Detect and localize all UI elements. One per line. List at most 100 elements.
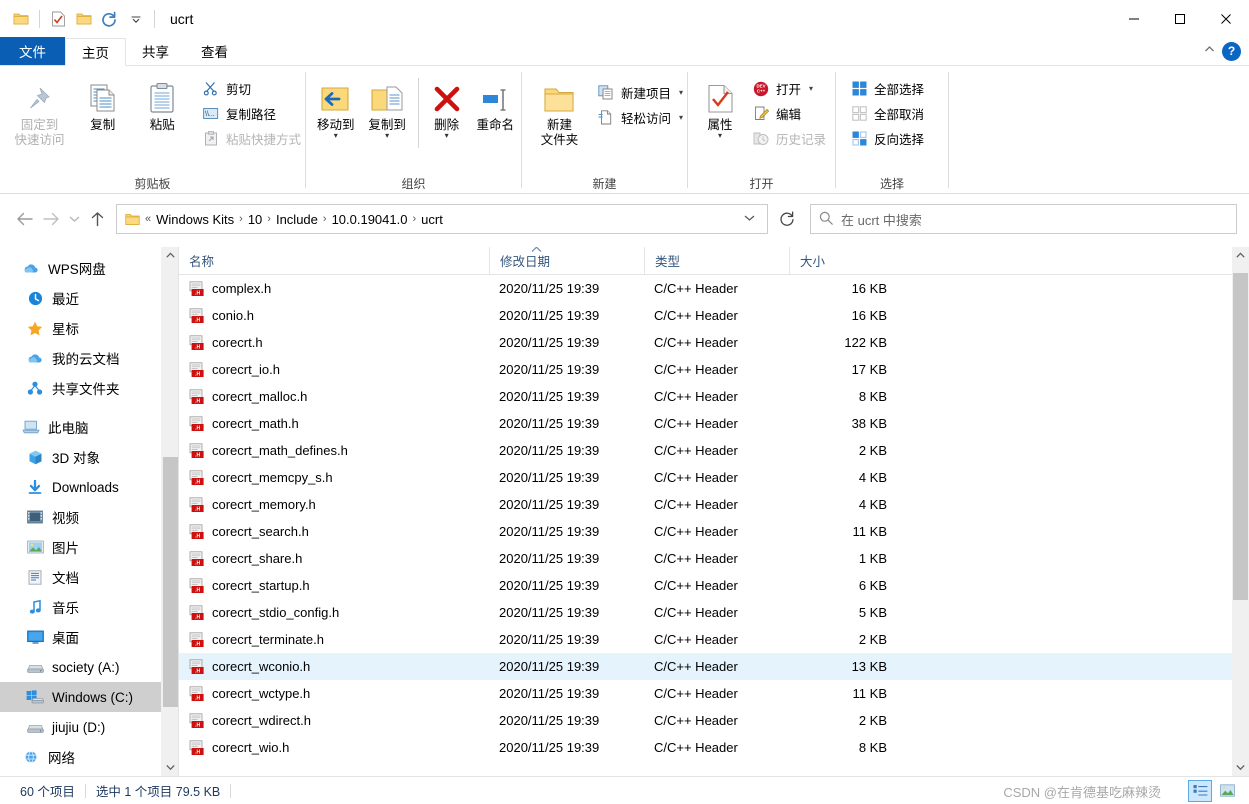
redo-icon[interactable] bbox=[97, 6, 123, 32]
column-header-date[interactable]: 修改日期 bbox=[489, 247, 644, 275]
delete-button[interactable]: 删除 ▾ bbox=[424, 72, 470, 139]
sidebar-item-desktop[interactable]: 桌面 bbox=[0, 622, 178, 652]
copy-button[interactable]: 复制 bbox=[73, 72, 133, 133]
back-button[interactable] bbox=[12, 203, 38, 235]
properties-button[interactable]: 属性 ▾ bbox=[696, 72, 744, 139]
breadcrumb-item-4[interactable]: ucrt bbox=[417, 212, 447, 227]
minimize-button[interactable] bbox=[1111, 0, 1157, 38]
sidebar-item-windows-c[interactable]: Windows (C:) bbox=[0, 682, 178, 712]
table-row[interactable]: .Hcorecrt_stdio_config.h2020/11/25 19:39… bbox=[179, 599, 1249, 626]
details-view-button[interactable] bbox=[1188, 780, 1212, 802]
history-button[interactable]: 历史记录 bbox=[748, 126, 830, 151]
folder-icon[interactable] bbox=[8, 6, 34, 32]
pin-to-quick-access-button[interactable]: 固定到 快速访问 bbox=[6, 72, 73, 148]
properties-icon[interactable] bbox=[45, 6, 71, 32]
table-row[interactable]: .Hcorecrt_startup.h2020/11/25 19:39C/C++… bbox=[179, 572, 1249, 599]
breadcrumb-item-0[interactable]: Windows Kits bbox=[152, 212, 238, 227]
chevron-down-icon[interactable]: ▾ bbox=[809, 84, 813, 93]
column-header-size[interactable]: 大小 bbox=[789, 247, 899, 275]
column-header-type[interactable]: 类型 bbox=[644, 247, 789, 275]
sidebar-item-documents[interactable]: 文档 bbox=[0, 562, 178, 592]
sidebar-item-network[interactable]: 网络 bbox=[0, 742, 178, 772]
new-folder-icon[interactable] bbox=[71, 6, 97, 32]
scroll-down-arrow-icon[interactable] bbox=[162, 759, 178, 776]
chevron-down-icon[interactable]: ▾ bbox=[679, 88, 683, 97]
open-with-button[interactable]: DEVC++ 打开 ▾ bbox=[748, 76, 830, 101]
column-header-name[interactable]: 名称 bbox=[179, 247, 489, 275]
scroll-up-arrow-icon[interactable] bbox=[1232, 247, 1249, 264]
paste-shortcut-button[interactable]: 粘贴快捷方式 bbox=[198, 126, 305, 151]
path-overflow[interactable]: « bbox=[144, 213, 152, 225]
cut-button[interactable]: 剪切 bbox=[198, 76, 305, 101]
chevron-down-icon[interactable]: ▾ bbox=[679, 113, 683, 122]
collapse-ribbon-button[interactable] bbox=[1203, 43, 1216, 59]
copy-path-button[interactable]: \\... 复制路径 bbox=[198, 101, 305, 126]
paste-button[interactable]: 粘贴 bbox=[132, 72, 192, 133]
sidebar-item-this-pc[interactable]: 此电脑 bbox=[0, 412, 178, 442]
chevron-down-icon[interactable]: ▾ bbox=[718, 133, 722, 139]
maximize-button[interactable] bbox=[1157, 0, 1203, 38]
chevron-down-icon[interactable]: ▾ bbox=[445, 133, 449, 139]
file-list-scroll-thumb[interactable] bbox=[1233, 273, 1248, 600]
copy-to-button[interactable]: 复制到 ▾ bbox=[361, 72, 412, 139]
breadcrumb-item-3[interactable]: 10.0.19041.0 bbox=[328, 212, 412, 227]
customize-quick-access-caret[interactable] bbox=[123, 6, 149, 32]
tab-file[interactable]: 文件 bbox=[0, 37, 65, 65]
select-none-button[interactable]: 全部取消 bbox=[846, 101, 928, 126]
refresh-button[interactable] bbox=[768, 204, 806, 234]
help-button[interactable]: ? bbox=[1222, 42, 1241, 61]
table-row[interactable]: .Hcorecrt_wio.h2020/11/25 19:39C/C++ Hea… bbox=[179, 734, 1249, 761]
table-row[interactable]: .Hcorecrt_memcpy_s.h2020/11/25 19:39C/C+… bbox=[179, 464, 1249, 491]
table-row[interactable]: .Hcorecrt_share.h2020/11/25 19:39C/C++ H… bbox=[179, 545, 1249, 572]
table-row[interactable]: .Hcorecrt_math_defines.h2020/11/25 19:39… bbox=[179, 437, 1249, 464]
table-row[interactable]: .Hconio.h2020/11/25 19:39C/C++ Header16 … bbox=[179, 302, 1249, 329]
scroll-down-arrow-icon[interactable] bbox=[1232, 759, 1249, 776]
up-button[interactable] bbox=[84, 203, 110, 235]
address-dropdown-button[interactable] bbox=[734, 214, 765, 225]
invert-selection-button[interactable]: 反向选择 bbox=[846, 126, 928, 151]
tab-view[interactable]: 查看 bbox=[185, 37, 244, 65]
breadcrumb-item-1[interactable]: 10 bbox=[244, 212, 266, 227]
sidebar-item-videos[interactable]: 视频 bbox=[0, 502, 178, 532]
sidebar-item-drive-d[interactable]: jiujiu (D:) bbox=[0, 712, 178, 742]
table-row[interactable]: .Hcorecrt_wconio.h2020/11/25 19:39C/C++ … bbox=[179, 653, 1249, 680]
move-to-button[interactable]: 移动到 ▾ bbox=[310, 72, 361, 139]
breadcrumb-item-2[interactable]: Include bbox=[272, 212, 322, 227]
sidebar-item-starred[interactable]: 星标 bbox=[0, 313, 178, 343]
table-row[interactable]: .Hcorecrt_wctype.h2020/11/25 19:39C/C++ … bbox=[179, 680, 1249, 707]
table-row[interactable]: .Hcorecrt_io.h2020/11/25 19:39C/C++ Head… bbox=[179, 356, 1249, 383]
table-row[interactable]: .Hcorecrt_memory.h2020/11/25 19:39C/C++ … bbox=[179, 491, 1249, 518]
tab-share[interactable]: 共享 bbox=[126, 37, 185, 65]
sidebar-item-recent[interactable]: 最近 bbox=[0, 283, 178, 313]
new-folder-button[interactable]: 新建 文件夹 bbox=[530, 72, 589, 148]
easy-access-button[interactable]: 轻松访问 ▾ bbox=[593, 105, 687, 130]
sidebar-item-drive-a[interactable]: society (A:) bbox=[0, 652, 178, 682]
recent-locations-button[interactable] bbox=[64, 203, 84, 235]
address-input[interactable]: « Windows Kits › 10 › Include › 10.0.190… bbox=[116, 204, 768, 234]
search-input-placeholder[interactable]: 在 ucrt 中搜索 bbox=[841, 210, 922, 229]
large-icons-view-button[interactable] bbox=[1215, 780, 1239, 802]
close-button[interactable] bbox=[1203, 0, 1249, 38]
table-row[interactable]: .Hcorecrt_wdirect.h2020/11/25 19:39C/C++… bbox=[179, 707, 1249, 734]
tab-home[interactable]: 主页 bbox=[65, 38, 126, 66]
sidebar-item-downloads[interactable]: Downloads bbox=[0, 472, 178, 502]
rename-button[interactable]: 重命名 bbox=[470, 72, 521, 133]
sidebar-item-music[interactable]: 音乐 bbox=[0, 592, 178, 622]
sidebar-item-shared-folder[interactable]: 共享文件夹 bbox=[0, 373, 178, 403]
new-item-button[interactable]: 新建项目 ▾ bbox=[593, 80, 687, 105]
sidebar-item-pictures[interactable]: 图片 bbox=[0, 532, 178, 562]
sidebar-item-wps-cloud[interactable]: WPS网盘 bbox=[0, 253, 178, 283]
table-row[interactable]: .Hcorecrt_math.h2020/11/25 19:39C/C++ He… bbox=[179, 410, 1249, 437]
select-all-button[interactable]: 全部选择 bbox=[846, 76, 928, 101]
edit-button[interactable]: 编辑 bbox=[748, 101, 830, 126]
table-row[interactable]: .Hcorecrt_malloc.h2020/11/25 19:39C/C++ … bbox=[179, 383, 1249, 410]
scroll-up-arrow-icon[interactable] bbox=[162, 247, 178, 264]
chevron-down-icon[interactable]: ▾ bbox=[385, 133, 389, 139]
table-row[interactable]: .Hcorecrt.h2020/11/25 19:39C/C++ Header1… bbox=[179, 329, 1249, 356]
sidebar-item-my-cloud-docs[interactable]: 我的云文档 bbox=[0, 343, 178, 373]
table-row[interactable]: .Hcorecrt_search.h2020/11/25 19:39C/C++ … bbox=[179, 518, 1249, 545]
forward-button[interactable] bbox=[38, 203, 64, 235]
navigation-pane-scrollbar[interactable] bbox=[161, 247, 178, 776]
chevron-down-icon[interactable]: ▾ bbox=[334, 133, 338, 139]
table-row[interactable]: .Hcorecrt_terminate.h2020/11/25 19:39C/C… bbox=[179, 626, 1249, 653]
